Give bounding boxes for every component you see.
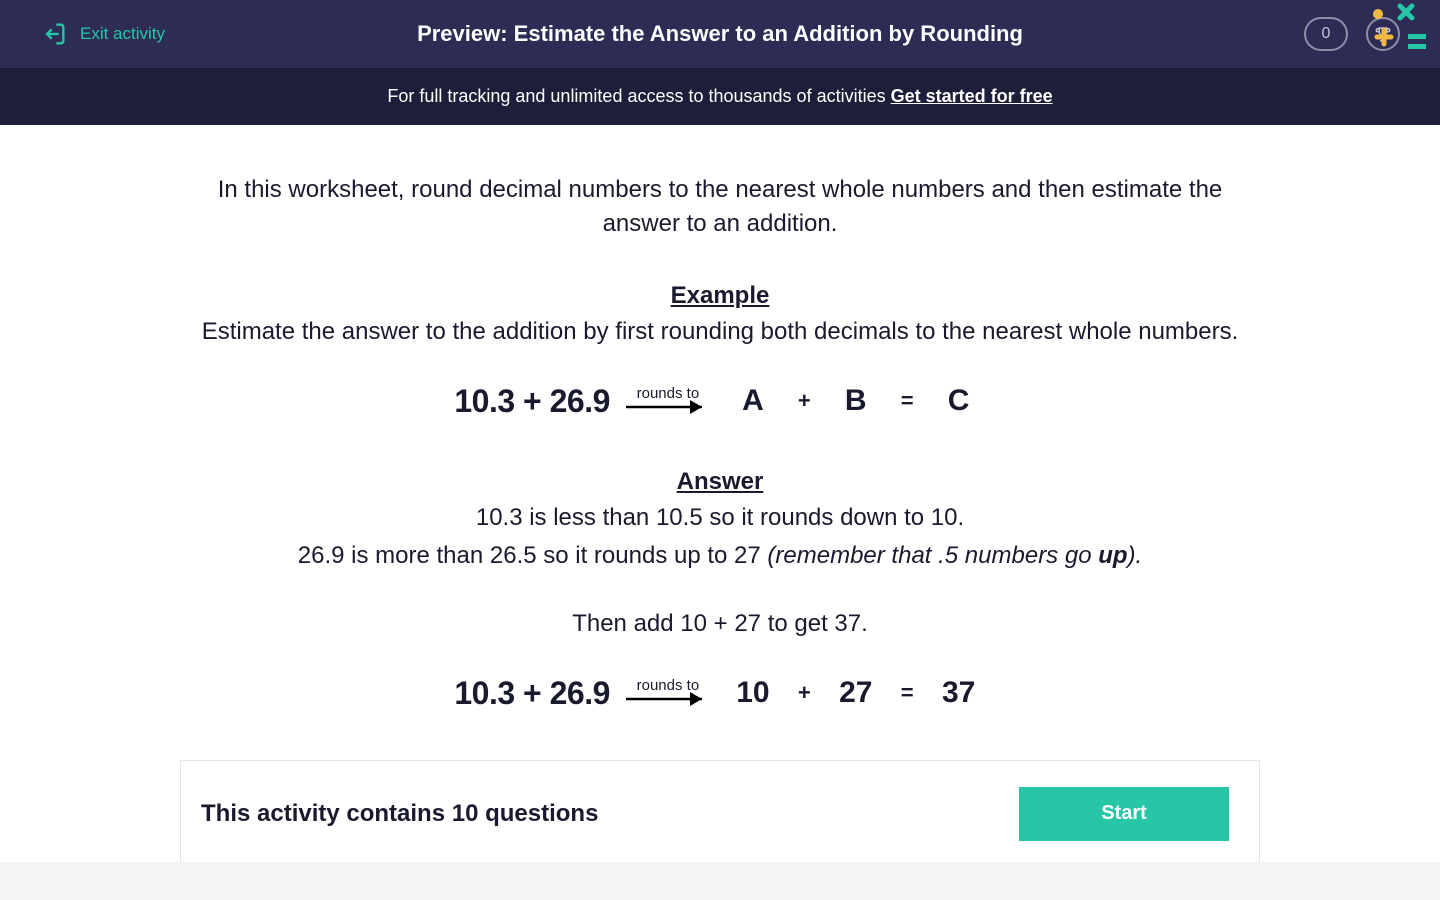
- app-header: Exit activity Preview: Estimate the Answ…: [0, 0, 1440, 68]
- score-badge: 0: [1304, 17, 1348, 51]
- exit-activity-button[interactable]: Exit activity: [40, 20, 165, 48]
- answer-line-3: Then add 10 + 27 to get 37.: [180, 608, 1260, 640]
- activity-footer: This activity contains 10 questions Star…: [180, 760, 1260, 868]
- answer-note-pre: (remember that .5 numbers go: [767, 542, 1098, 569]
- op-plus: +: [798, 388, 811, 414]
- op-plus: +: [798, 680, 811, 706]
- equation-lhs: 10.3 + 26.9: [454, 675, 610, 712]
- worksheet-content: In this worksheet, round decimal numbers…: [160, 125, 1280, 868]
- rounds-to-arrow: rounds to: [624, 677, 712, 710]
- equation-lhs: 10.3 + 26.9: [454, 383, 610, 420]
- answer-line-2-pre: 26.9 is more than 26.5 so it rounds up t…: [298, 542, 768, 569]
- op-eq: =: [901, 680, 914, 706]
- math-symbols-decor-icon: [1360, 0, 1440, 68]
- answer-equation: 10.3 + 26.9 rounds to 10 + 27 = 37: [180, 675, 1260, 712]
- slot-b: 27: [829, 676, 883, 710]
- arrow-right-icon: [624, 688, 712, 710]
- question-count-text: This activity contains 10 questions: [201, 800, 598, 828]
- promo-banner-text: For full tracking and unlimited access t…: [387, 86, 890, 106]
- slot-a: A: [726, 384, 780, 418]
- example-prompt: Estimate the answer to the addition by f…: [180, 316, 1260, 348]
- answer-heading: Answer: [180, 468, 1260, 496]
- rounds-to-arrow: rounds to: [624, 385, 712, 418]
- example-equation: 10.3 + 26.9 rounds to A + B = C: [180, 383, 1260, 420]
- slot-a: 10: [726, 676, 780, 710]
- answer-note-post: ).: [1128, 542, 1143, 569]
- exit-icon: [40, 20, 68, 48]
- get-started-link[interactable]: Get started for free: [891, 86, 1053, 106]
- slot-b: B: [829, 384, 883, 418]
- bottom-strip: [0, 862, 1440, 900]
- answer-line-1: 10.3 is less than 10.5 so it rounds down…: [180, 502, 1260, 534]
- answer-line-2: 26.9 is more than 26.5 so it rounds up t…: [180, 540, 1260, 572]
- example-heading: Example: [180, 282, 1260, 310]
- arrow-right-icon: [624, 396, 712, 418]
- slot-c: 37: [932, 676, 986, 710]
- start-button[interactable]: Start: [1019, 787, 1229, 841]
- worksheet-intro: In this worksheet, round decimal numbers…: [180, 173, 1260, 240]
- answer-note-up: up: [1098, 542, 1127, 569]
- slot-c: C: [932, 384, 986, 418]
- exit-activity-label: Exit activity: [80, 24, 165, 44]
- promo-banner: For full tracking and unlimited access t…: [0, 68, 1440, 125]
- page-title: Preview: Estimate the Answer to an Addit…: [417, 21, 1023, 47]
- op-eq: =: [901, 388, 914, 414]
